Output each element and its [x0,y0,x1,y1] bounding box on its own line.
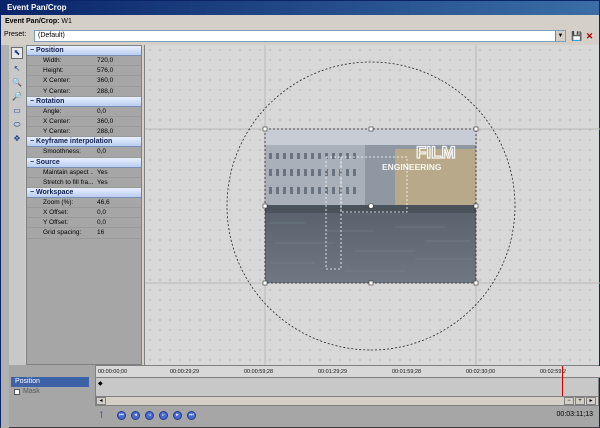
save-preset-icon[interactable]: 💾 [571,30,582,42]
prop-row[interactable]: Y Center: 288,0 [27,127,141,138]
prev-keyframe-icon[interactable]: ◂ [131,411,140,420]
pointer-icon[interactable]: ⬉ [11,47,23,59]
tick-label: 00:01:29;29 [318,369,348,375]
prop-row[interactable]: Angle: 0,0 [27,107,141,117]
watermark-line1: FILM [416,143,456,162]
prop-row[interactable]: Smoothness: 0,0 [27,147,141,158]
chevron-down-icon[interactable]: ▼ [555,31,565,41]
tool-strip: ⬉ ↖ 🔍 🔎 ▭ ⬭ ✥ [9,45,25,365]
mask-checkbox[interactable] [14,389,20,395]
next-frame-icon[interactable]: ▹ [159,411,168,420]
timecode-display: 00:03:11;13 [556,411,593,418]
track-position-label[interactable]: Position [11,377,89,387]
workspace-svg[interactable]: FILM ENGINEERING [145,45,600,365]
properties-panel: − Position Width: 720,0 Height: 576,0 X Ce… [26,45,142,365]
tick-label: 00:00:29;29 [170,369,200,375]
sync-cursor-icon[interactable]: ⊺ [99,410,104,421]
move-icon[interactable]: ✥ [11,133,23,145]
prop-row[interactable]: X Center: 360,0 [27,117,141,128]
first-keyframe-icon[interactable]: ⏮ [117,411,126,420]
watermark-line2: ENGINEERING [382,162,442,172]
prop-row[interactable]: Grid spacing: 16 [27,228,141,239]
ellipse-icon[interactable]: ⬭ [11,119,23,131]
prop-row[interactable]: Width: 720,0 [27,56,141,67]
prop-row[interactable]: Height: 576,0 [27,66,141,77]
track-mask-label[interactable]: Mask [11,387,89,397]
keyframe-area: Position Mask 00:00:00;00 00:00:29;29 00… [9,365,600,427]
zoom-out-icon[interactable]: 🔎 [11,91,23,103]
time-ruler[interactable]: 00:00:00;00 00:00:29;29 00:00:59;28 00:0… [96,366,600,378]
river-water [265,213,476,283]
section-workspace[interactable]: − Workspace [27,187,141,198]
transport-bar: ⊺ ⏮ ◂ ◃ ▹ ▸ ⏭ 00:03:11;13 [95,407,599,425]
prop-row[interactable]: Stretch to fill fra... Yes [27,178,141,188]
keyframe-timeline[interactable]: 00:00:00;00 00:00:29;29 00:00:59;28 00:0… [95,365,600,398]
section-position[interactable]: − Position [27,46,141,56]
event-name: W1 [61,18,72,25]
zoom-icon[interactable]: 🔍 [11,77,23,89]
preset-value: (Default) [38,32,65,39]
next-keyframe-icon[interactable]: ▸ [173,411,182,420]
prop-row[interactable]: Y Center: 288,0 [27,87,141,97]
prev-frame-icon[interactable]: ◃ [145,411,154,420]
scroll-right-icon[interactable]: ▸ [586,397,596,405]
prop-row[interactable]: Y Offset: 0,0 [27,218,141,229]
tick-label: 00:00:00;00 [98,369,128,375]
prop-row[interactable]: X Center: 360,0 [27,76,141,87]
scroll-left-icon[interactable]: ◂ [96,397,106,405]
section-rotation[interactable]: − Rotation [27,96,141,107]
playhead[interactable] [562,366,563,398]
pan-crop-canvas[interactable]: FILM ENGINEERING [144,45,600,365]
left-edge [1,45,9,428]
prop-row[interactable]: Zoom (%): 46,6 [27,198,141,209]
event-header-label: Event Pan/Crop: [5,18,60,25]
tick-label: 00:00:59;28 [244,369,274,375]
prop-row[interactable]: Maintain aspect ... Yes [27,168,141,178]
pan-crop-window: Event Pan/Crop Event Pan/Crop: W1 Preset… [0,0,600,428]
preset-dropdown[interactable]: (Default) ▼ [34,30,566,42]
delete-preset-icon[interactable]: ✕ [584,30,595,42]
tick-label: 00:01:59;28 [392,369,422,375]
section-source[interactable]: − Source [27,157,141,168]
window-title: Event Pan/Crop [1,1,599,15]
zoom-in-timeline-icon[interactable]: + [575,397,585,405]
keyframe-marker-icon[interactable]: ◆ [98,380,103,387]
center-handle[interactable] [368,203,374,209]
tick-label: 00:02:30;00 [466,369,496,375]
normal-edit-icon[interactable]: ↖ [11,63,23,75]
section-keyframe[interactable]: − Keyframe interpolation [27,137,141,148]
timeline-scrollbar[interactable]: ◂ − + ▸ [95,396,599,406]
view-icon[interactable]: ▭ [11,105,23,117]
preset-label: Preset: [4,31,27,38]
event-header: Event Pan/Crop: W1 [1,15,599,29]
preset-row: Preset: (Default) ▼ 💾 ✕ [1,29,599,43]
last-keyframe-icon[interactable]: ⏭ [187,411,196,420]
zoom-out-timeline-icon[interactable]: − [564,397,574,405]
prop-row[interactable]: X Offset: 0,0 [27,208,141,219]
